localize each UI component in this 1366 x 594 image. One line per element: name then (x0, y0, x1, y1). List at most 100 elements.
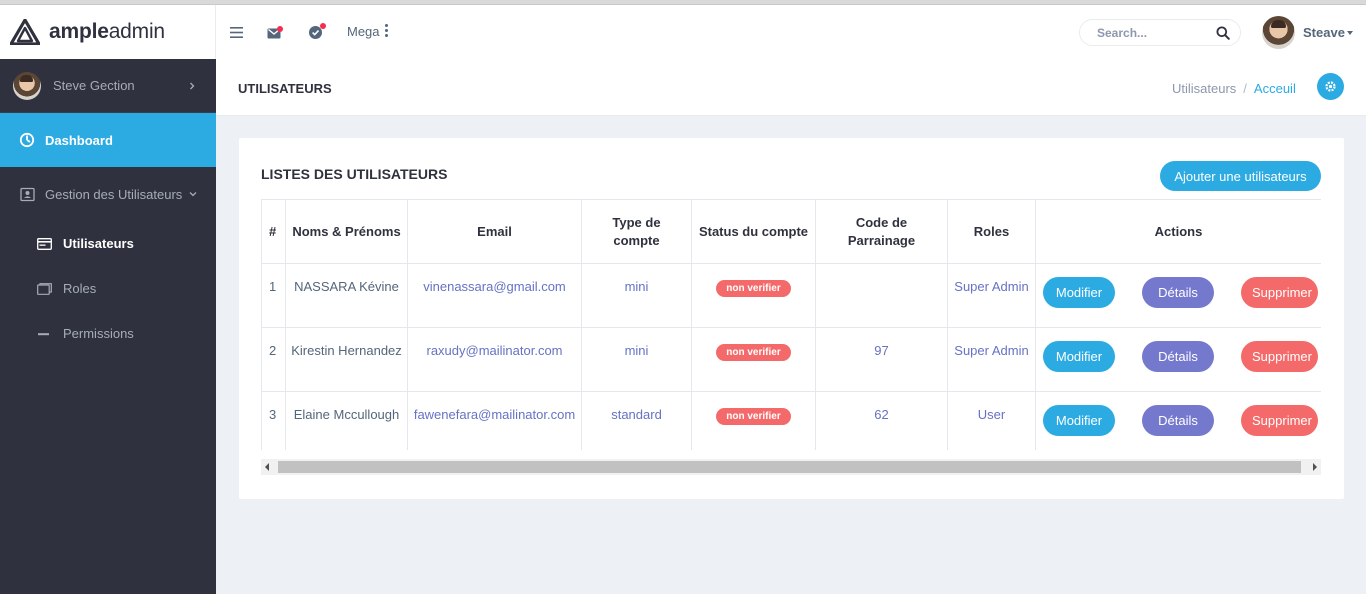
status-badge: non verifier (716, 280, 791, 297)
search-box[interactable] (1079, 19, 1241, 46)
sidebar-item-label: Dashboard (45, 132, 113, 148)
row-number: 3 (261, 391, 286, 450)
user-menu[interactable]: Steave (1262, 16, 1353, 49)
minus-icon (38, 332, 49, 335)
row-number: 1 (261, 263, 286, 328)
scroll-left-arrow-icon[interactable] (265, 463, 269, 471)
details-button[interactable]: Détails (1142, 341, 1214, 372)
chevron-right-icon (190, 82, 195, 89)
actions-cell: Modifier Détails Supprimer (1035, 391, 1321, 450)
status-badge: non verifier (716, 408, 791, 425)
chevron-down-icon (189, 192, 197, 197)
referral-code-cell (815, 263, 948, 328)
table-header-row: # Noms & Prénoms Email Type de compte St… (261, 199, 1321, 264)
sidebar: Steve Gection Dashboard Gestion des Util… (0, 59, 216, 594)
caret-down-icon (1346, 30, 1353, 35)
user-email-link[interactable]: raxudy@mailinator.com (407, 327, 582, 392)
delete-button[interactable]: Supprimer (1241, 277, 1318, 308)
actions-cell: Modifier Détails Supprimer (1035, 263, 1321, 328)
column-header: Actions (1035, 199, 1321, 264)
dashboard-icon (19, 132, 35, 148)
scrollbar-thumb[interactable] (278, 461, 1301, 473)
table-row: 1 NASSARA Kévine vinenassara@gmail.com m… (261, 263, 1321, 328)
role-cell: Super Admin (947, 327, 1036, 392)
row-number: 2 (261, 327, 286, 392)
more-vertical-icon (384, 24, 388, 39)
column-header: Noms & Prénoms (285, 199, 408, 264)
mega-menu-toggle[interactable]: Mega (347, 24, 388, 39)
page-title: UTILISATEURS (238, 81, 332, 96)
breadcrumb-separator: / (1243, 81, 1247, 96)
delete-button[interactable]: Supprimer (1241, 405, 1318, 436)
mail-icon[interactable] (265, 23, 283, 41)
scroll-right-arrow-icon[interactable] (1313, 463, 1317, 471)
referral-code-cell: 97 (815, 327, 948, 392)
column-header: # (261, 199, 286, 264)
user-name-cell: Elaine Mccullough (285, 391, 408, 450)
sidebar-item-label: Utilisateurs (63, 236, 134, 251)
delete-button[interactable]: Supprimer (1241, 341, 1318, 372)
breadcrumb-item[interactable]: Utilisateurs (1172, 81, 1236, 96)
brand-logo[interactable]: ampleadmin (0, 5, 216, 59)
id-card-icon (37, 237, 52, 250)
settings-button[interactable] (1317, 73, 1344, 100)
search-input[interactable] (1097, 26, 1207, 40)
sidebar-item-dashboard[interactable]: Dashboard (0, 113, 216, 167)
column-header: Email (407, 199, 582, 264)
check-circle-icon[interactable] (306, 22, 326, 41)
details-button[interactable]: Détails (1142, 405, 1214, 436)
task-notification-dot (319, 22, 326, 29)
brand-name: ampleadmin (49, 20, 165, 43)
sidebar-item-roles[interactable]: Roles (0, 266, 216, 311)
referral-code-cell: 62 (815, 391, 948, 450)
add-user-button[interactable]: Ajouter une utilisateurs (1160, 161, 1321, 191)
sidebar-item-utilisateurs[interactable]: Utilisateurs (0, 221, 216, 266)
edit-button[interactable]: Modifier (1043, 277, 1115, 308)
user-email-link[interactable]: fawenefara@mailinator.com (407, 391, 582, 450)
table-row: 3 Elaine Mccullough fawenefara@mailinato… (261, 391, 1321, 450)
page-header: UTILISATEURS Utilisateurs / Acceuil (216, 59, 1366, 116)
account-type-cell: mini (581, 263, 692, 328)
edit-button[interactable]: Modifier (1043, 405, 1115, 436)
status-badge: non verifier (716, 344, 791, 361)
horizontal-scrollbar[interactable] (261, 459, 1321, 475)
status-cell: non verifier (691, 263, 816, 328)
column-header: Roles (947, 199, 1036, 264)
column-header: Type de compte (581, 199, 692, 264)
edit-button[interactable]: Modifier (1043, 341, 1115, 372)
breadcrumb-link[interactable]: Acceuil (1254, 81, 1296, 96)
contact-card-icon (20, 187, 35, 201)
sidebar-avatar (13, 71, 41, 100)
sidebar-group-label: Gestion des Utilisateurs (45, 186, 183, 202)
sidebar-group-users[interactable]: Gestion des Utilisateurs (0, 167, 216, 221)
table-row: 2 Kirestin Hernandez raxudy@mailinator.c… (261, 327, 1321, 392)
role-cell: Super Admin (947, 263, 1036, 328)
menu-toggle-icon[interactable] (227, 23, 245, 41)
sidebar-item-permissions[interactable]: Permissions (0, 311, 216, 356)
sidebar-item-label: Permissions (63, 326, 134, 341)
user-name-cell: Kirestin Hernandez (285, 327, 408, 392)
users-table-wrapper: # Noms & Prénoms Email Type de compte St… (261, 199, 1321, 450)
status-cell: non verifier (691, 391, 816, 450)
topbar: ampleadmin Mega Steave (0, 5, 1366, 59)
details-button[interactable]: Détails (1142, 277, 1214, 308)
user-name: Steave (1303, 25, 1345, 40)
window-icon (37, 282, 52, 295)
breadcrumb: Utilisateurs / Acceuil (1172, 81, 1296, 96)
role-cell: User (947, 391, 1036, 450)
account-type-cell: mini (581, 327, 692, 392)
sidebar-user-profile[interactable]: Steve Gection (0, 59, 216, 113)
status-cell: non verifier (691, 327, 816, 392)
sidebar-user-name: Steve Gection (53, 78, 135, 93)
users-card: LISTES DES UTILISATEURS Ajouter une util… (239, 138, 1344, 499)
card-title: LISTES DES UTILISATEURS (261, 166, 448, 182)
user-name-cell: NASSARA Kévine (285, 263, 408, 328)
column-header: Code de Parrainage (815, 199, 948, 264)
users-table: # Noms & Prénoms Email Type de compte St… (261, 199, 1321, 450)
user-email-link[interactable]: vinenassara@gmail.com (407, 263, 582, 328)
account-type-cell: standard (581, 391, 692, 450)
gear-icon (1325, 81, 1336, 92)
actions-cell: Modifier Détails Supprimer (1035, 327, 1321, 392)
column-header: Status du compte (691, 199, 816, 264)
search-icon[interactable] (1216, 26, 1230, 40)
